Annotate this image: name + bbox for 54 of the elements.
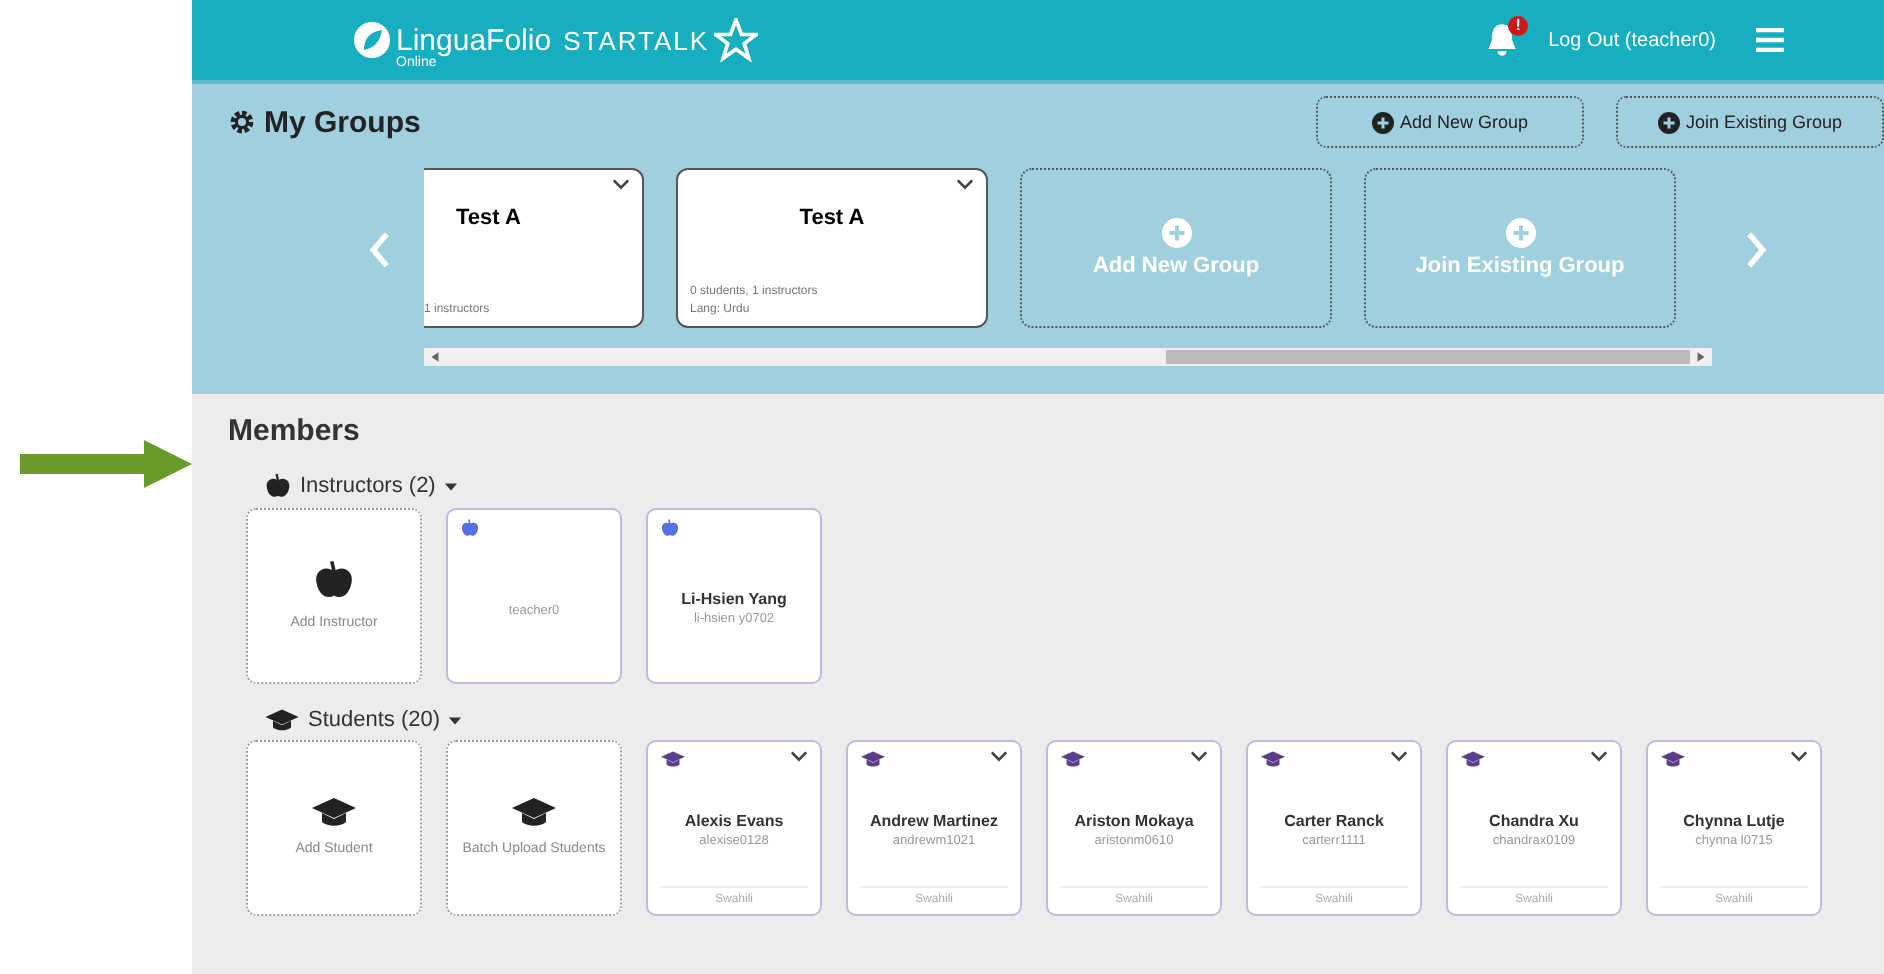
group-name: Test A [454,206,523,230]
scrollbar[interactable] [424,348,1712,366]
member-name: Alexis Evans [682,812,786,830]
apple-plus-icon [312,558,356,603]
menu-icon[interactable] [1756,28,1784,52]
apple-icon [264,472,292,500]
dropdown-chevron-icon[interactable] [990,750,1008,762]
member-name: Andrew Martinez [867,812,1000,830]
dropdown-chevron-icon[interactable] [790,750,808,762]
apple-icon [660,518,680,538]
member-name: Carter Ranck [1282,812,1386,830]
graduation-cap-icon [264,708,300,732]
scrollbar-thumb[interactable] [1166,350,1690,364]
caret-icon [443,481,458,492]
graduation-cap-icon [1460,750,1486,768]
graduation-cap-icon [1660,750,1686,768]
graduation-cap-icon [860,750,886,768]
plus-icon [1505,218,1535,248]
member-name: Ariston Mokaya [1072,812,1196,830]
apple-icon [460,518,480,538]
member-name: Chynna Lutje [1681,812,1787,830]
graduation-cap-plus-icon [310,796,358,829]
plus-icon [1657,111,1680,133]
dropdown-chevron-icon[interactable] [1390,750,1408,762]
section-title: My Groups [264,105,421,139]
scroll-left-icon[interactable] [428,350,442,364]
star-icon [713,18,758,62]
plus-icon [1371,111,1394,133]
graduation-cap-icon [660,750,686,768]
graduation-cap-icon [1060,750,1086,768]
dropdown-chevron-icon[interactable] [612,178,630,190]
group-action-button[interactable]: Join Existing Group [1616,96,1884,148]
caret-icon [448,715,463,726]
notification-badge: ! [1508,16,1529,36]
logo-name: LinguaFolio [396,23,552,57]
section-title: Members [228,414,362,448]
group-toggle[interactable]: Students (20) [308,708,463,732]
dropdown-chevron-icon[interactable] [1590,750,1608,762]
bell-icon[interactable] [1484,22,1521,58]
dropdown-chevron-icon[interactable] [956,178,974,190]
plus-icon [1161,218,1191,248]
group-toggle[interactable]: Instructors (2) [300,474,458,498]
gear-icon [228,108,256,136]
dropdown-chevron-icon[interactable] [1190,750,1208,762]
brand-name: STARTALK [563,25,710,55]
group-name: Test A [797,206,867,230]
scroll-right-icon[interactable] [1694,350,1708,364]
graduation-cap-icon [1260,750,1286,768]
group-action-button[interactable]: Add New Group [1316,96,1584,148]
leaf-logo-icon [352,20,392,60]
member-name: Li-Hsien Yang [679,590,789,608]
graduation-cap-plus-icon [510,796,558,829]
dropdown-chevron-icon[interactable] [1790,750,1808,762]
member-name: Chandra Xu [1487,812,1581,830]
